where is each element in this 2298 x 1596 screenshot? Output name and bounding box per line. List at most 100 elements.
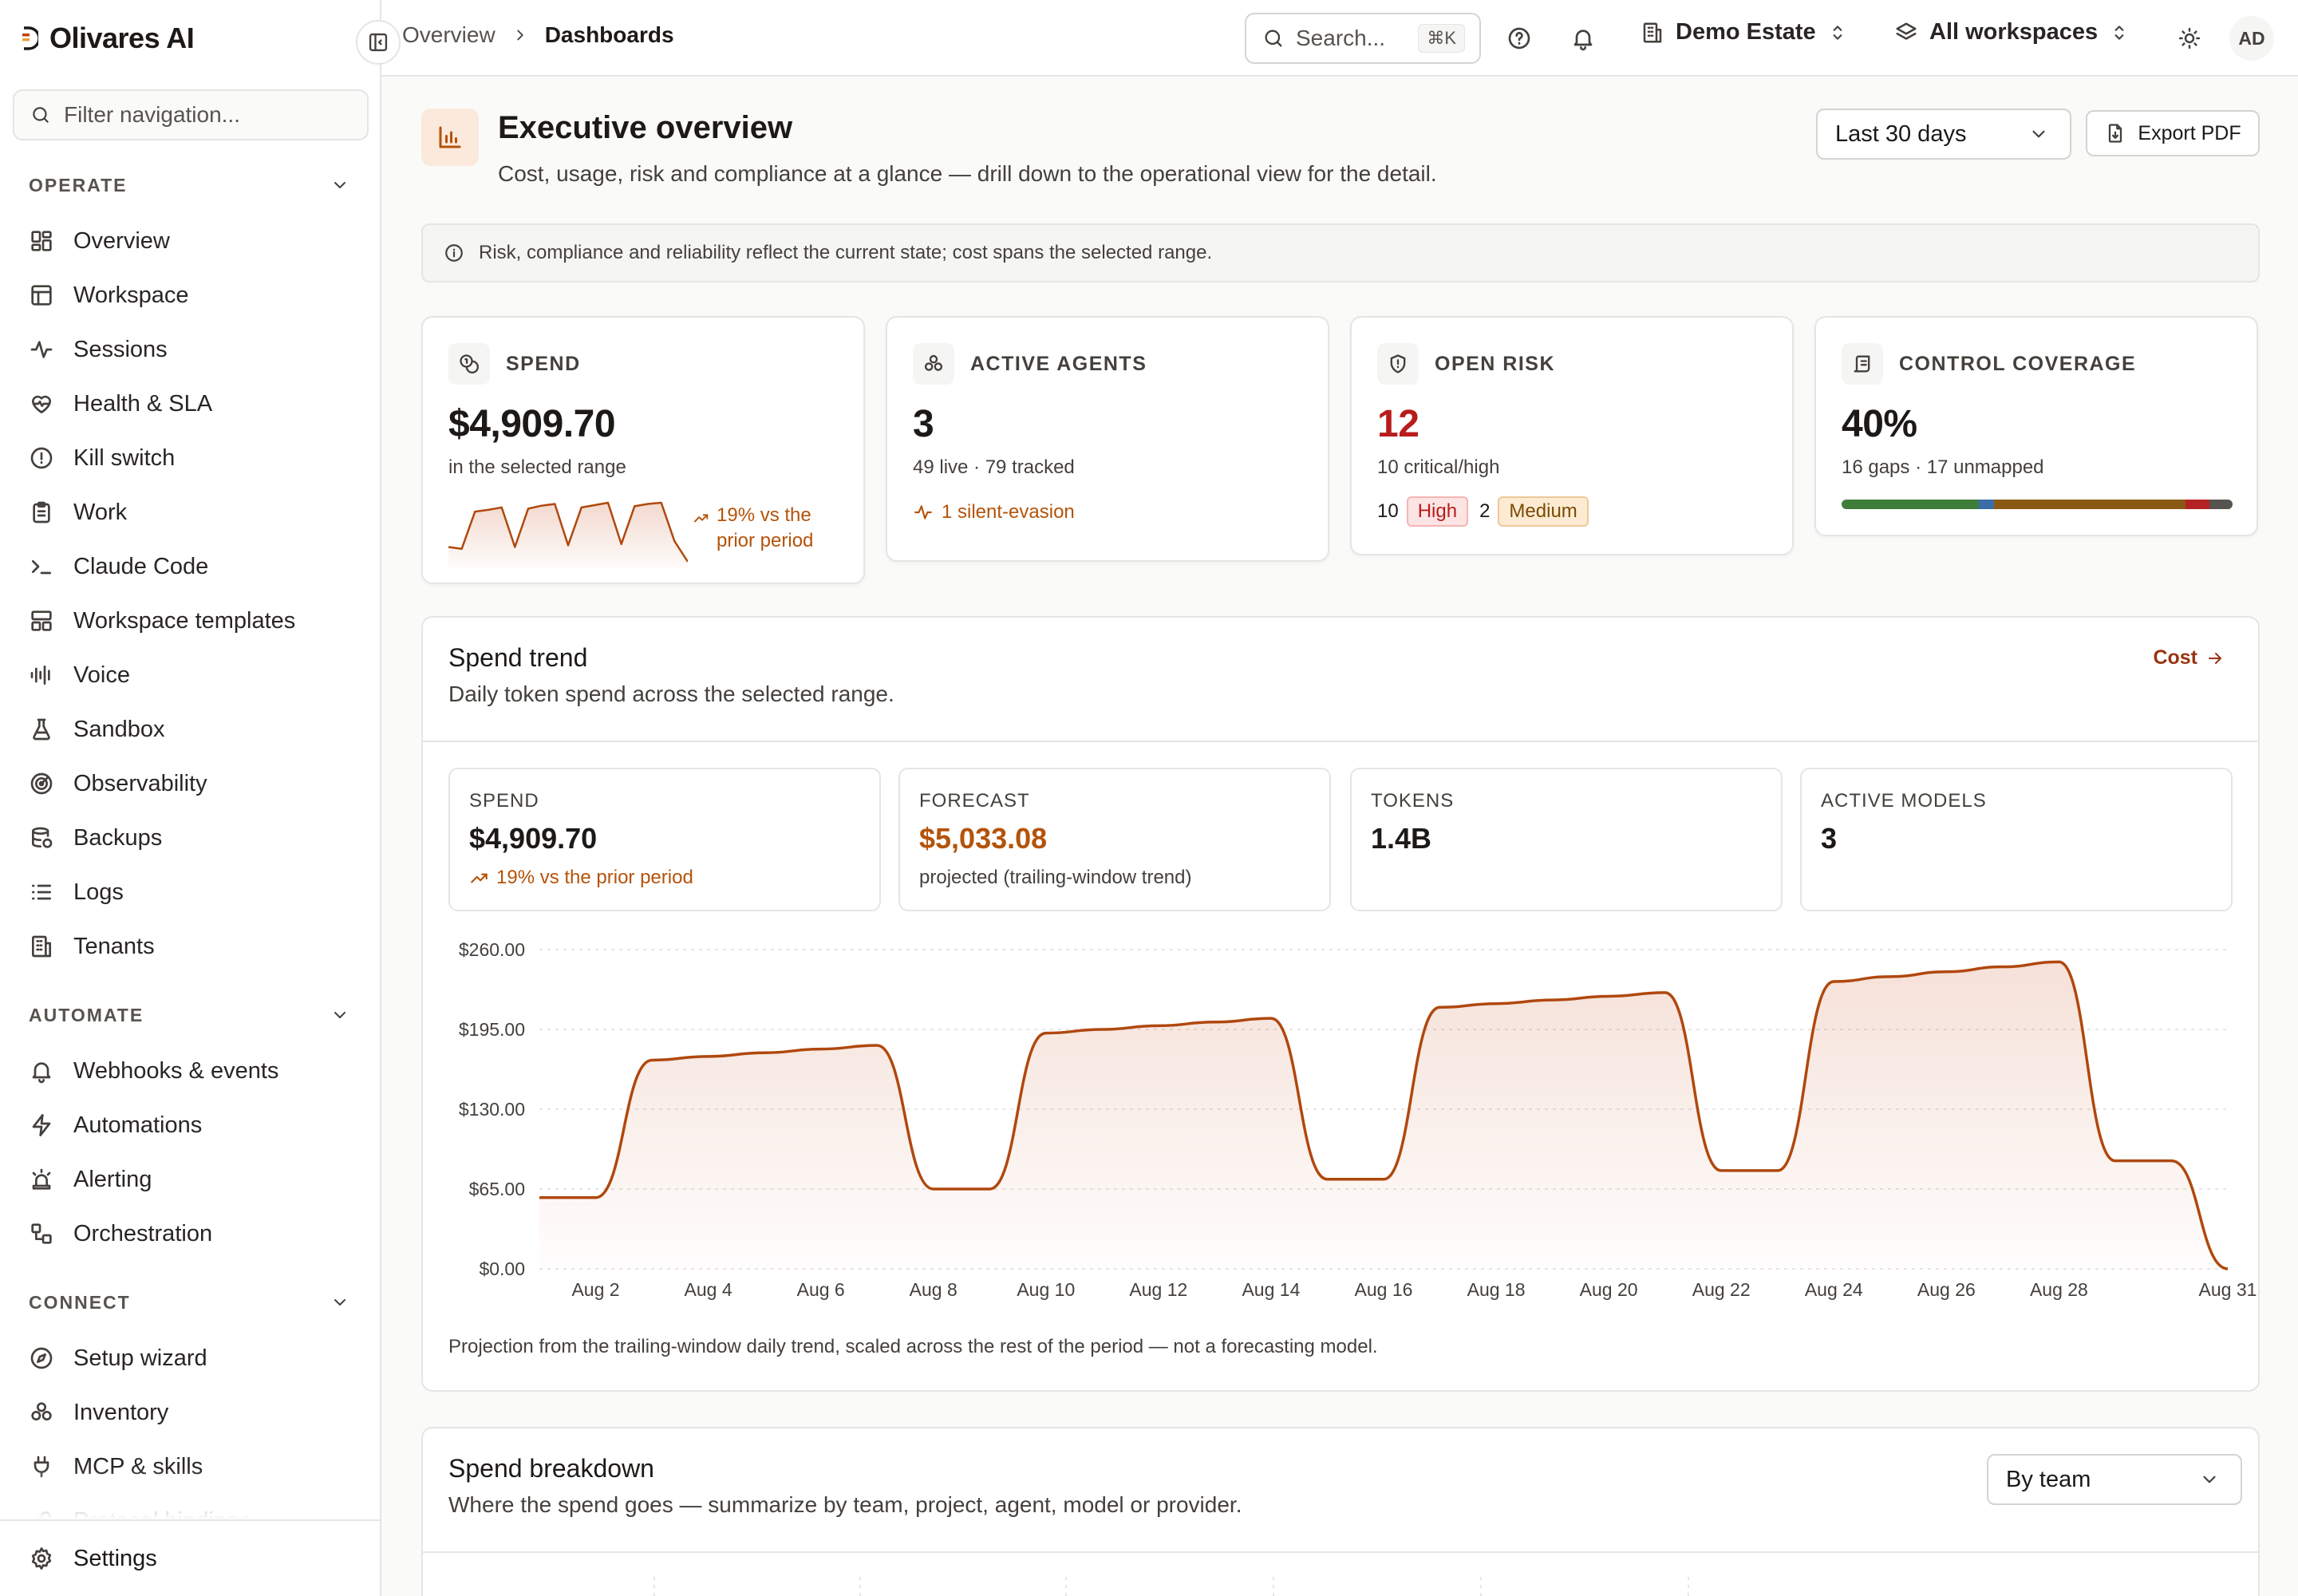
sidebar-item-tenants[interactable]: Tenants (0, 919, 380, 974)
sidebar-item-claude-code[interactable]: Claude Code (0, 539, 380, 594)
chevrons-up-down-icon (1833, 25, 1842, 40)
sidebar-item-setup-wizard[interactable]: Setup wizard (0, 1331, 380, 1385)
help-button[interactable] (1503, 22, 1535, 54)
data-point[interactable] (701, 1049, 716, 1064)
data-point[interactable] (2051, 954, 2066, 969)
sidebar-item-backups[interactable]: Backups (0, 811, 380, 865)
sidebar-item-sandbox[interactable]: Sandbox (0, 702, 380, 757)
sidebar-item-sessions[interactable]: Sessions (0, 322, 380, 377)
data-point[interactable] (1095, 1022, 1109, 1037)
collapse-sidebar-button[interactable] (356, 20, 401, 65)
kpi-coverage-value: 40% (1842, 403, 1917, 445)
data-point[interactable] (1376, 1172, 1391, 1187)
data-point[interactable] (982, 1182, 997, 1196)
data-point[interactable] (1207, 1015, 1222, 1029)
cost-link[interactable]: Cost (2153, 646, 2225, 670)
export-pdf-label: Export PDF (2138, 121, 2241, 144)
nav-section-connect[interactable]: CONNECT (0, 1274, 380, 1331)
date-range-select[interactable]: Last 30 days (1816, 109, 2071, 160)
sidebar-item-alerting[interactable]: Alerting (0, 1152, 380, 1207)
data-point[interactable] (2221, 1262, 2235, 1276)
risk-high-badge[interactable]: High (1406, 496, 1469, 527)
stat-models-label: ACTIVE MODELS (1821, 790, 1987, 812)
terminal-icon (32, 560, 51, 575)
sidebar-item-voice[interactable]: Voice (0, 648, 380, 702)
sidebar-item-work[interactable]: Work (0, 485, 380, 539)
theme-toggle-button[interactable] (2174, 22, 2205, 54)
data-point[interactable] (2164, 1154, 2178, 1168)
sidebar-item-label: Settings (73, 1545, 157, 1571)
y-tick-label: $195.00 (459, 1019, 525, 1040)
data-point[interactable] (1151, 1018, 1166, 1033)
sidebar-item-orchestration[interactable]: Orchestration (0, 1207, 380, 1261)
data-point[interactable] (870, 1038, 884, 1053)
notifications-button[interactable] (1567, 22, 1599, 54)
data-point[interactable] (2108, 1154, 2122, 1168)
sidebar-item-automations[interactable]: Automations (0, 1098, 380, 1152)
data-point[interactable] (1883, 970, 1897, 984)
data-point[interactable] (1320, 1172, 1334, 1187)
data-point[interactable] (1039, 1026, 1053, 1041)
data-point[interactable] (1601, 989, 1616, 1003)
filter-navigation-input[interactable] (64, 102, 351, 128)
data-point[interactable] (1771, 1163, 1785, 1178)
avatar[interactable]: AD (2229, 16, 2274, 61)
data-point[interactable] (589, 1191, 603, 1205)
nav-section-automate[interactable]: AUTOMATE (0, 986, 380, 1044)
sidebar-item-workspace-templates[interactable]: Workspace templates (0, 594, 380, 648)
kpi-spend-card[interactable]: SPEND $4,909.70 in the selected range 19… (421, 316, 865, 584)
stat-spend-value: $4,909.70 (469, 822, 598, 855)
chevrons-up-down-icon (2114, 25, 2124, 40)
breadcrumb-overview[interactable]: Overview (402, 22, 496, 48)
brand[interactable]: Olivares AI (22, 21, 195, 56)
spend-trend-title: Spend trend (448, 643, 588, 672)
kpi-open-risk-card[interactable]: OPEN RISK 12 10 critical/high 10 High 2 … (1350, 316, 1794, 555)
kpi-agents-alert[interactable]: 1 silent-evasion (913, 501, 1075, 523)
sidebar-item-webhooks-events[interactable]: Webhooks & events (0, 1044, 380, 1098)
kpi-control-coverage-card[interactable]: CONTROL COVERAGE 40% 16 gaps · 17 unmapp… (1814, 316, 2258, 536)
data-point[interactable] (532, 1191, 547, 1205)
data-point[interactable] (645, 1053, 659, 1067)
x-tick-label: Aug 2 (571, 1279, 619, 1300)
bell-icon (32, 1062, 51, 1084)
group-by-select[interactable]: By team (1987, 1454, 2242, 1505)
sidebar-item-kill-switch[interactable]: Kill switch (0, 431, 380, 485)
data-point[interactable] (1264, 1011, 1278, 1025)
risk-medium-badge[interactable]: Medium (1498, 496, 1589, 527)
page-subtitle: Cost, usage, risk and compliance at a gl… (498, 161, 1437, 186)
sidebar-item-logs[interactable]: Logs (0, 865, 380, 919)
global-search[interactable]: Search... ⌘K (1245, 13, 1481, 64)
trending-up-icon (471, 873, 488, 883)
data-point[interactable] (1489, 997, 1503, 1011)
info-icon (445, 244, 463, 262)
data-point[interactable] (1546, 993, 1560, 1007)
sidebar-item-settings[interactable]: Settings (0, 1519, 380, 1596)
y-tick-label: $130.00 (459, 1099, 525, 1120)
sidebar-item-workspace[interactable]: Workspace (0, 268, 380, 322)
data-point[interactable] (1714, 1163, 1728, 1178)
x-tick-label: Aug 12 (1129, 1279, 1187, 1300)
spend-area (539, 962, 2228, 1269)
list-icon (32, 884, 51, 900)
sidebar-item-inventory[interactable]: Inventory (0, 1385, 380, 1440)
data-point[interactable] (1658, 986, 1672, 1000)
x-tick-label: Aug 14 (1242, 1279, 1300, 1300)
data-point[interactable] (1996, 960, 2010, 974)
sidebar-item-label: Backups (73, 824, 163, 851)
sidebar-item-observability[interactable]: Observability (0, 757, 380, 811)
sidebar-item-health-sla[interactable]: Health & SLA (0, 377, 380, 431)
sidebar-item-label: Claude Code (73, 553, 209, 579)
data-point[interactable] (926, 1182, 941, 1196)
data-point[interactable] (1939, 965, 1953, 979)
data-point[interactable] (1826, 974, 1841, 989)
kpi-active-agents-card[interactable]: ACTIVE AGENTS 3 49 live · 79 tracked 1 s… (886, 316, 1329, 562)
data-point[interactable] (814, 1042, 828, 1057)
export-pdf-button[interactable]: Export PDF (2086, 110, 2260, 156)
org-switcher[interactable]: Demo Estate (1641, 19, 1848, 45)
nav-section-operate[interactable]: OPERATE (0, 156, 380, 214)
data-point[interactable] (757, 1045, 772, 1060)
data-point[interactable] (1433, 1000, 1447, 1014)
sidebar-item-overview[interactable]: Overview (0, 214, 380, 268)
workspace-switcher[interactable]: All workspaces (1894, 19, 2130, 45)
